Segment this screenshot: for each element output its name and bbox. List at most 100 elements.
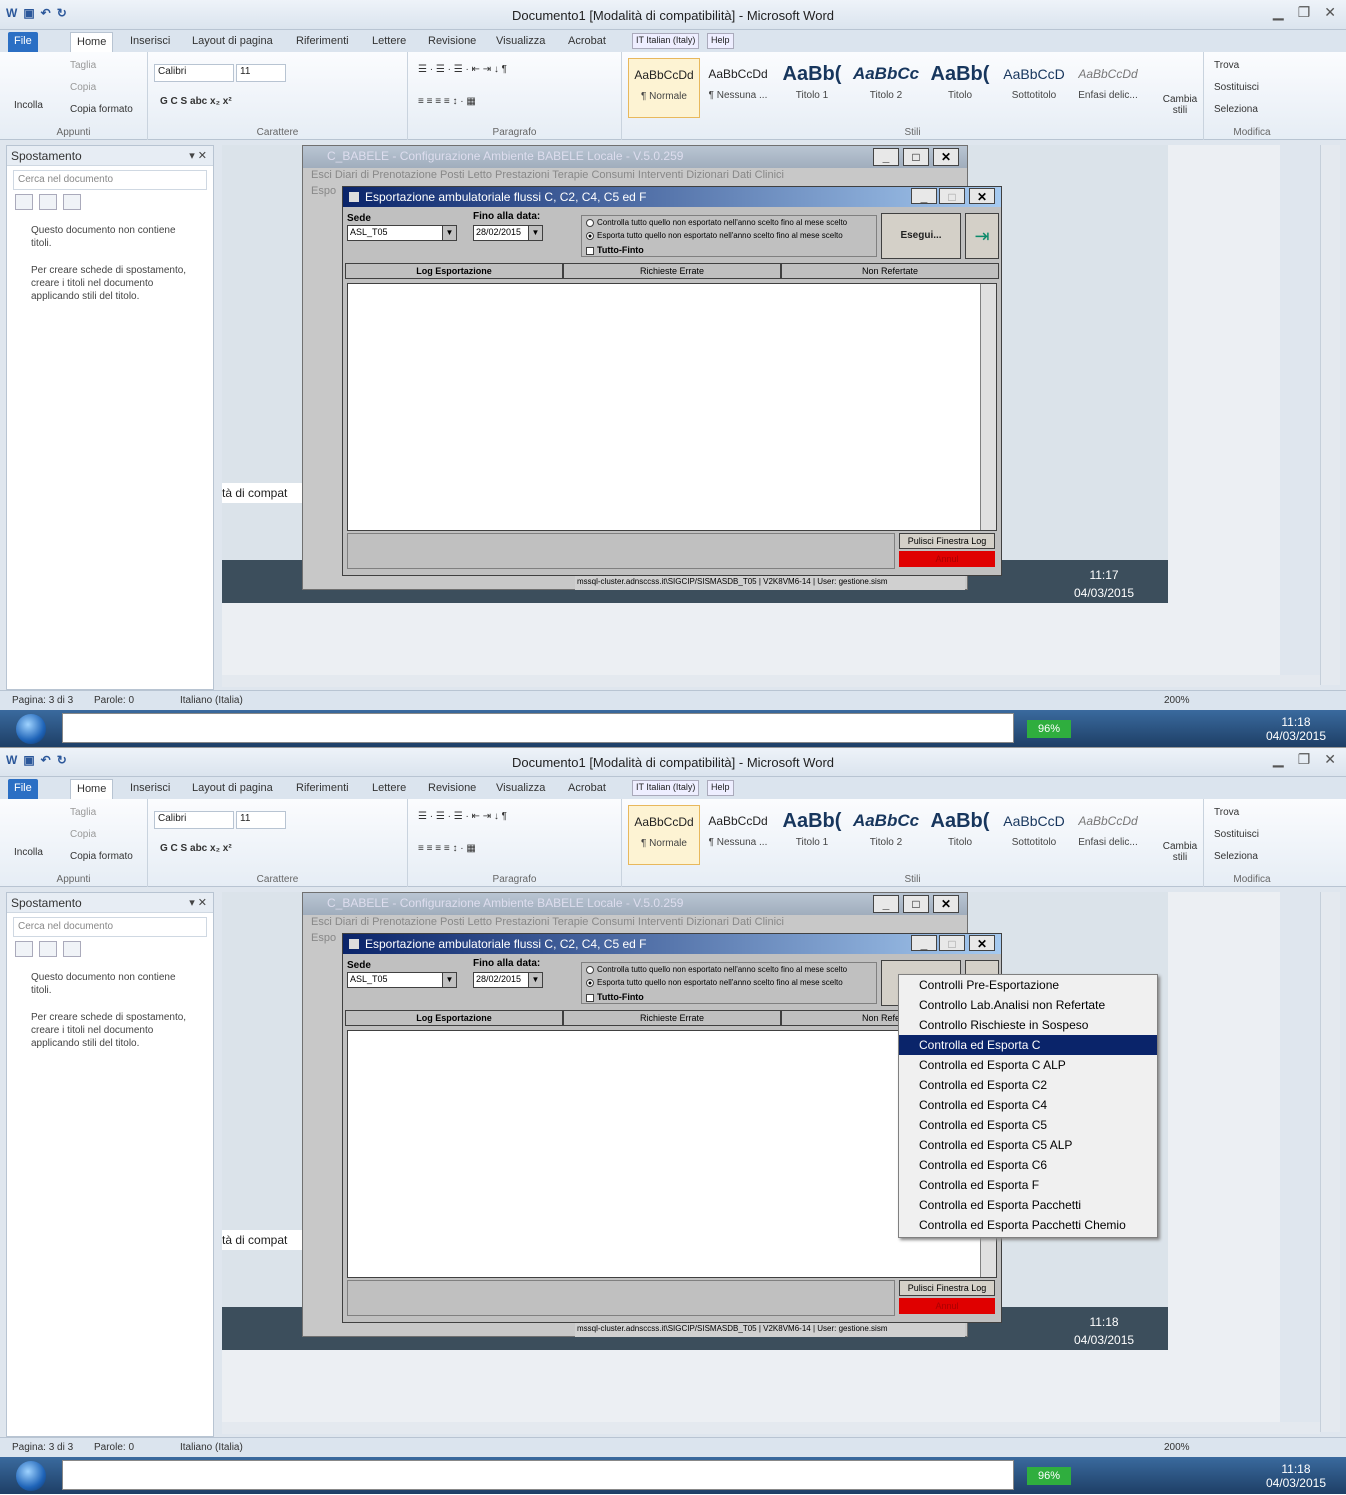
nav-search-input[interactable]: Cerca nel documento <box>13 917 207 937</box>
restore-button[interactable]: ❐ <box>1298 4 1311 21</box>
babele-menu[interactable]: Esci Diari di Prenotazione Posti Letto P… <box>303 915 967 931</box>
annulla-button[interactable]: Annul <box>899 1298 995 1314</box>
help-box[interactable]: Help <box>707 33 734 49</box>
tab-file[interactable]: File <box>8 779 38 799</box>
tab-home[interactable]: Home <box>70 779 114 799</box>
close-icon[interactable]: ▾ ✕ <box>189 149 207 162</box>
fino-date-picker[interactable]: 28/02/2015 ▼ <box>473 972 543 988</box>
nav-search-input[interactable]: Cerca nel documento <box>13 170 207 190</box>
tab-revisione[interactable]: Revisione <box>422 32 482 52</box>
menu-item[interactable]: Controlla ed Esporta Pacchetti <box>899 1195 1157 1215</box>
style-nessuna[interactable]: AaBbCcDd ¶ Nessuna ... <box>702 58 774 118</box>
incolla-button[interactable]: Incolla <box>14 100 43 111</box>
menu-item[interactable]: Controlla ed Esporta Pacchetti Chemio <box>899 1215 1157 1235</box>
headings-view-icon[interactable] <box>15 194 33 210</box>
tab-riferimenti[interactable]: Riferimenti <box>290 32 355 52</box>
trova-button[interactable]: Trova <box>1214 60 1239 71</box>
tab-file[interactable]: File <box>8 32 38 52</box>
annulla-button[interactable]: Annul <box>899 551 995 567</box>
option-esporta[interactable]: Esporta tutto quello non esportato nell'… <box>586 978 843 987</box>
font-size-box[interactable]: 11 <box>236 64 286 82</box>
page-count[interactable]: Pagina: 3 di 3 <box>12 695 73 706</box>
list-buttons[interactable]: ☰ · ☰ · ☰ · ⇤ ⇥ ↓ ¶ <box>418 64 507 75</box>
system-clock[interactable]: 11:18 04/03/2015 <box>1266 1462 1326 1490</box>
battery-indicator[interactable]: 96% <box>1027 720 1071 738</box>
close-icon[interactable]: ▾ ✕ <box>189 896 207 909</box>
tab-home[interactable]: Home <box>70 32 114 52</box>
trova-button[interactable]: Trova <box>1214 807 1239 818</box>
font-size-box[interactable]: 11 <box>236 811 286 829</box>
restore-button[interactable]: ❐ <box>1298 751 1311 768</box>
vertical-scrollbar[interactable] <box>1320 145 1340 685</box>
tab-inserisci[interactable]: Inserisci <box>124 779 176 799</box>
style-enfasi[interactable]: AaBbCcDd Enfasi delic... <box>1072 58 1144 118</box>
babele-maximize[interactable]: □ <box>903 895 929 913</box>
pages-view-icon[interactable] <box>39 941 57 957</box>
align-buttons[interactable]: ≡ ≡ ≡ ≡ ↕ · ▦ <box>418 96 476 107</box>
horizontal-scrollbar[interactable] <box>222 1422 1320 1434</box>
language-status[interactable]: Italiano (Italia) <box>180 695 243 706</box>
menu-item[interactable]: Controlla ed Esporta C ALP <box>899 1055 1157 1075</box>
copia-button[interactable]: Copia <box>70 829 96 840</box>
babele-minimize[interactable]: _ <box>873 148 899 166</box>
taglia-button[interactable]: Taglia <box>70 60 96 71</box>
zoom-level[interactable]: 200% <box>1164 695 1190 706</box>
log-scrollbar[interactable] <box>980 284 996 530</box>
incolla-button[interactable]: Incolla <box>14 847 43 858</box>
word-count[interactable]: Parole: 0 <box>94 1442 134 1453</box>
babele-minimize[interactable]: _ <box>873 895 899 913</box>
tab-non-refertate[interactable]: Non Refertate <box>781 263 999 279</box>
minimize-button[interactable]: ▁ <box>1273 4 1284 21</box>
tab-visualizza[interactable]: Visualizza <box>490 32 551 52</box>
sostituisci-button[interactable]: Sostituisci <box>1214 829 1259 840</box>
menu-item[interactable]: Controlla ed Esporta C2 <box>899 1075 1157 1095</box>
results-view-icon[interactable] <box>63 194 81 210</box>
copia-formato-button[interactable]: Copia formato <box>70 851 133 862</box>
dialog-close[interactable]: ✕ <box>969 188 995 204</box>
menu-item[interactable]: Controlla ed Esporta C4 <box>899 1095 1157 1115</box>
pulisci-log-button[interactable]: Pulisci Finestra Log <box>899 1280 995 1296</box>
list-buttons[interactable]: ☰ · ☰ · ☰ · ⇤ ⇥ ↓ ¶ <box>418 811 507 822</box>
option-controlla[interactable]: Controlla tutto quello non esportato nel… <box>586 218 847 227</box>
tab-lettere[interactable]: Lettere <box>366 779 412 799</box>
babele-close[interactable]: ✕ <box>933 895 959 913</box>
tab-lettere[interactable]: Lettere <box>366 32 412 52</box>
close-button[interactable]: ✕ <box>1324 4 1336 21</box>
minimize-button[interactable]: ▁ <box>1273 751 1284 768</box>
seleziona-button[interactable]: Seleziona <box>1214 851 1258 862</box>
pulisci-log-button[interactable]: Pulisci Finestra Log <box>899 533 995 549</box>
tab-log-esportazione[interactable]: Log Esportazione <box>345 263 563 279</box>
tab-acrobat[interactable]: Acrobat <box>562 32 612 52</box>
tab-layout[interactable]: Layout di pagina <box>186 32 279 52</box>
sede-select[interactable]: ASL_T05 ▼ <box>347 972 457 988</box>
copia-formato-button[interactable]: Copia formato <box>70 104 133 115</box>
tab-acrobat[interactable]: Acrobat <box>562 779 612 799</box>
dialog-maximize[interactable]: □ <box>939 935 965 951</box>
page-count[interactable]: Pagina: 3 di 3 <box>12 1442 73 1453</box>
menu-item[interactable]: Controlla ed Esporta F <box>899 1175 1157 1195</box>
tab-revisione[interactable]: Revisione <box>422 779 482 799</box>
tab-visualizza[interactable]: Visualizza <box>490 779 551 799</box>
menu-item[interactable]: Controlla ed Esporta C6 <box>899 1155 1157 1175</box>
tutto-finto-checkbox[interactable]: Tutto-Finto <box>586 245 644 255</box>
sostituisci-button[interactable]: Sostituisci <box>1214 82 1259 93</box>
font-name-box[interactable]: Calibri <box>154 64 234 82</box>
style-normale[interactable]: AaBbCcDd ¶ Normale <box>628 58 700 118</box>
menu-item[interactable]: Controlla ed Esporta C <box>899 1035 1157 1055</box>
babele-menu[interactable]: Esci Diari di Prenotazione Posti Letto P… <box>303 168 967 184</box>
tab-richieste-errate[interactable]: Richieste Errate <box>563 263 781 279</box>
horizontal-scrollbar[interactable] <box>222 675 1320 687</box>
vertical-scrollbar[interactable] <box>1320 892 1340 1432</box>
cambia-stili-button[interactable]: Cambia stili <box>1160 841 1200 863</box>
style-enfasi[interactable]: AaBbCcDd Enfasi delic... <box>1072 805 1144 865</box>
zoom-level[interactable]: 200% <box>1164 1442 1190 1453</box>
word-count[interactable]: Parole: 0 <box>94 695 134 706</box>
option-esporta[interactable]: Esporta tutto quello non esportato nell'… <box>586 231 843 240</box>
tab-layout[interactable]: Layout di pagina <box>186 779 279 799</box>
language-box[interactable]: IT Italian (Italy) <box>632 780 700 796</box>
tutto-finto-checkbox[interactable]: Tutto-Finto <box>586 992 644 1002</box>
exit-door-icon[interactable]: ⇥ <box>965 213 999 259</box>
style-titolo[interactable]: AaBb(Titolo <box>924 805 996 865</box>
headings-view-icon[interactable] <box>15 941 33 957</box>
style-sottotitolo[interactable]: AaBbCcD Sottotitolo <box>998 58 1070 118</box>
